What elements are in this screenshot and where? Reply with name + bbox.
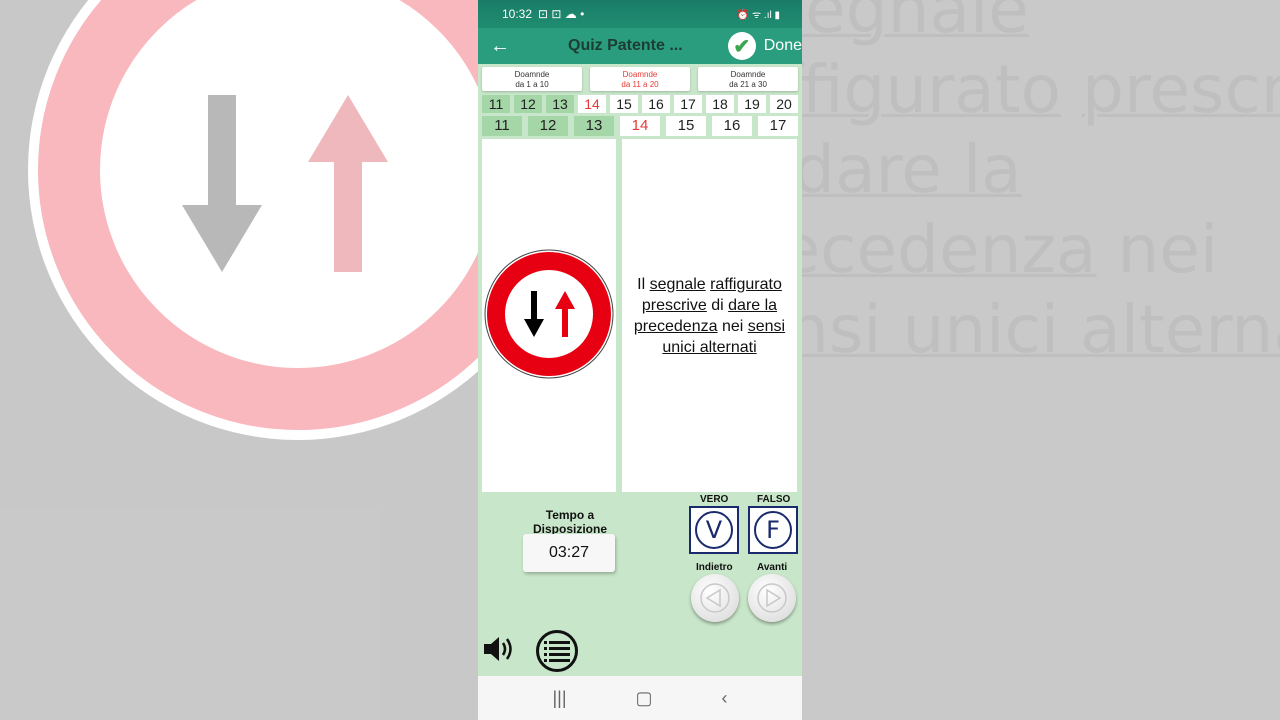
- range-tab[interactable]: Doamnde da 11 a 20: [590, 67, 690, 91]
- range-tab-title: Doamnde: [514, 70, 550, 79]
- notification-icons: ⊡ ⊡ ☁ •: [538, 7, 585, 21]
- road-sign-image: [484, 249, 614, 379]
- question-text-panel: Il segnale raffigurato prescrive di dare…: [622, 139, 797, 492]
- range-tab-range: da 1 a 10: [515, 80, 549, 89]
- triangle-left-icon: [700, 583, 730, 613]
- question-number[interactable]: 12: [514, 95, 542, 113]
- range-tab[interactable]: Doamnde da 1 a 10: [482, 67, 582, 91]
- range-tab-range: da 21 a 30: [729, 80, 767, 89]
- speaker-icon[interactable]: [482, 632, 516, 666]
- question-number[interactable]: 14: [578, 95, 606, 113]
- back-arrow-icon[interactable]: ←: [478, 35, 522, 58]
- range-tab[interactable]: Doamnde da 21 a 30: [698, 67, 798, 91]
- question-image-panel: [482, 139, 616, 492]
- recents-icon[interactable]: |||: [552, 688, 566, 709]
- background-left: [0, 0, 478, 720]
- question-number[interactable]: 16: [642, 95, 670, 113]
- true-answer-button[interactable]: V: [689, 506, 739, 554]
- background-right: Il segnaleraffigurato prescrivedi dare l…: [802, 0, 1280, 720]
- question-number[interactable]: 17: [674, 95, 702, 113]
- triangle-right-icon: [757, 583, 787, 613]
- question-number[interactable]: 20: [770, 95, 798, 113]
- question-number[interactable]: 17: [758, 116, 798, 136]
- question-number[interactable]: 13: [574, 116, 614, 136]
- question-number[interactable]: 14: [620, 116, 660, 136]
- question-number[interactable]: 16: [712, 116, 752, 136]
- question-number[interactable]: 12: [528, 116, 568, 136]
- status-time: 10:32: [502, 7, 533, 21]
- question-number[interactable]: 15: [666, 116, 706, 136]
- question-range-tabs: Doamnde da 1 a 10 Doamnde da 11 a 20 Doamnde…: [478, 64, 802, 91]
- question-number[interactable]: 11: [482, 116, 522, 136]
- done-label: Done: [763, 37, 802, 54]
- range-tab-title: Doamnde: [622, 70, 658, 79]
- check-icon: ✔: [727, 32, 756, 60]
- question-number-row-large: 11 12 13 14 15 16 17: [478, 113, 802, 136]
- question-number[interactable]: 15: [610, 95, 638, 113]
- false-answer-button[interactable]: F: [748, 506, 798, 554]
- timer-value: 03:27: [523, 534, 615, 572]
- true-label: VERO: [700, 494, 729, 505]
- nav-back-icon[interactable]: ‹: [722, 688, 728, 709]
- question-text: Il segnale raffigurato prescrive di dare…: [633, 275, 786, 356]
- v-circle-icon: V: [695, 511, 733, 549]
- question-number[interactable]: 11: [482, 95, 510, 113]
- false-label: FALSO: [757, 494, 791, 505]
- question-number[interactable]: 18: [706, 95, 734, 113]
- previous-question-button[interactable]: [691, 574, 739, 622]
- app-bar: ← Quiz Patente ... ✔ Done: [478, 28, 802, 64]
- phone-screen: 10:32 ⊡ ⊡ ☁ • ⏰ ᯤ .ıl ▮ ← Quiz Patente .…: [478, 0, 802, 720]
- question-number[interactable]: 13: [546, 95, 574, 113]
- next-question-button[interactable]: [748, 574, 796, 622]
- back-label: Indietro: [696, 562, 733, 573]
- app-title: Quiz Patente ...: [568, 37, 683, 54]
- timer-label: Tempo a Disposizione: [532, 508, 607, 536]
- range-tab-range: da 11 a 20: [621, 80, 659, 89]
- android-nav-bar: ||| ▢ ‹: [478, 676, 802, 720]
- question-list-button[interactable]: [536, 630, 578, 672]
- question-number[interactable]: 19: [738, 95, 766, 113]
- next-label: Avanti: [757, 562, 788, 573]
- status-bar: 10:32 ⊡ ⊡ ☁ • ⏰ ᯤ .ıl ▮: [478, 0, 802, 28]
- done-button[interactable]: ✔ Done: [727, 32, 802, 60]
- question-number-row-small: 11 12 13 14 15 16 17 18 19 20: [478, 91, 802, 113]
- f-circle-icon: F: [754, 511, 792, 549]
- system-icons: ⏰ ᯤ .ıl ▮: [736, 10, 780, 21]
- home-icon[interactable]: ▢: [636, 688, 653, 709]
- list-icon: [544, 641, 570, 662]
- range-tab-title: Doamnde: [730, 70, 766, 79]
